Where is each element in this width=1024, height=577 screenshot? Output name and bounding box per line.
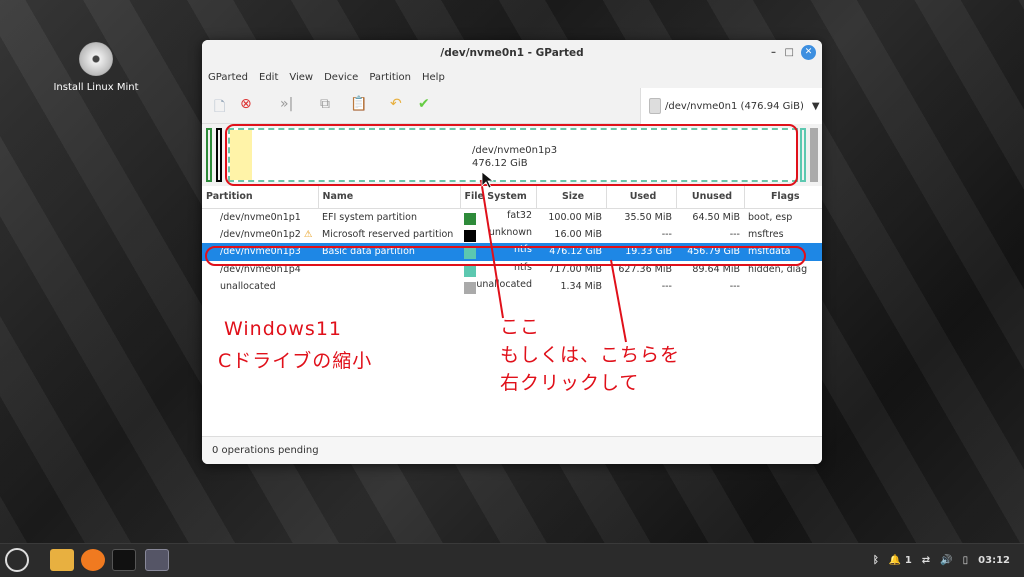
annotation-or-this: もしくは、こちらを xyxy=(500,344,681,366)
mint-menu-icon[interactable] xyxy=(5,548,29,572)
annotation-c-drive: Cドライブの縮小 xyxy=(218,350,373,372)
firefox-icon[interactable] xyxy=(81,549,105,571)
taskbar: ᛒ 🔔 1 ⇄ 🔊 ▯ 03:12 xyxy=(0,543,1024,576)
graph-highlight xyxy=(225,124,798,186)
gparted-taskbar-icon[interactable] xyxy=(145,549,169,571)
bluetooth-icon[interactable]: ᛒ xyxy=(873,555,879,566)
volume-icon[interactable]: 🔊 xyxy=(940,555,952,566)
system-tray: ᛒ 🔔 1 ⇄ 🔊 ▯ 03:12 xyxy=(873,544,1010,577)
battery-icon[interactable]: ▯ xyxy=(963,555,969,566)
terminal-icon[interactable] xyxy=(112,549,136,571)
annotation-windows11: Windows11 xyxy=(224,318,342,340)
arrow-line-graph xyxy=(480,179,504,319)
files-icon[interactable] xyxy=(50,549,74,571)
annotation-here: ここ xyxy=(500,316,541,338)
network-icon[interactable]: ⇄ xyxy=(922,555,930,566)
annotation-overlay xyxy=(205,124,806,343)
annotation-right-click: 右クリックして xyxy=(500,372,640,394)
row-highlight xyxy=(205,246,806,266)
notification-count: 1 xyxy=(904,555,912,566)
arrow-line-row xyxy=(610,259,627,343)
notifications-icon[interactable]: 🔔 1 xyxy=(889,555,912,566)
clock[interactable]: 03:12 xyxy=(978,555,1010,566)
